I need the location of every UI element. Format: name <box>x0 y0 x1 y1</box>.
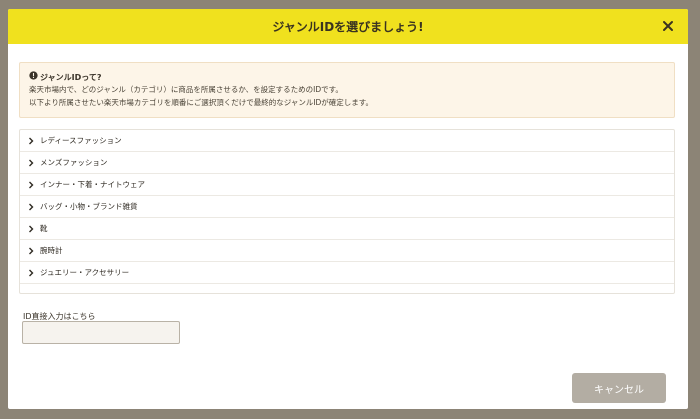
chevron-right-icon <box>28 181 34 189</box>
genre-label: メンズファッション <box>40 158 108 167</box>
genre-label: バッグ・小物・ブランド雑貨 <box>40 202 138 211</box>
info-line-1: 楽天市場内で、どのジャンル（カテゴリ）に商品を所属させるか、を設定するためのID… <box>29 85 343 94</box>
info-circle-icon <box>29 71 38 83</box>
chevron-right-icon <box>28 225 34 233</box>
genre-list: レディースファッション メンズファッション インナー・下着・ナイトウェア バッグ… <box>19 129 675 294</box>
genre-label: ジュエリー・アクセサリー <box>40 268 130 277</box>
genre-item-mens-fashion[interactable]: メンズファッション <box>20 152 674 174</box>
close-icon[interactable] <box>660 18 676 34</box>
chevron-right-icon <box>28 159 34 167</box>
genre-item-shoes[interactable]: 靴 <box>20 218 674 240</box>
genre-item-ladies-fashion[interactable]: レディースファッション <box>20 130 674 152</box>
genre-item-jewelry[interactable]: ジュエリー・アクセサリー <box>20 262 674 284</box>
genre-label: 腕時計 <box>40 246 63 255</box>
genre-item-watches[interactable]: 腕時計 <box>20 240 674 262</box>
info-title: ジャンルIDって? <box>40 72 102 82</box>
modal-title: ジャンルIDを選びましょう! <box>272 20 424 34</box>
modal-header: ジャンルIDを選びましょう! <box>8 9 688 44</box>
chevron-right-icon <box>28 247 34 255</box>
chevron-right-icon <box>28 137 34 145</box>
genre-item-innerwear[interactable]: インナー・下着・ナイトウェア <box>20 174 674 196</box>
chevron-right-icon <box>28 203 34 211</box>
info-title-row: ジャンルIDって? <box>29 71 665 83</box>
genre-item-bags[interactable]: バッグ・小物・ブランド雑貨 <box>20 196 674 218</box>
genre-id-input[interactable] <box>22 321 180 344</box>
genre-label: レディースファッション <box>40 136 122 145</box>
genre-label: インナー・下着・ナイトウェア <box>40 180 145 189</box>
chevron-right-icon <box>28 269 34 277</box>
info-line-2: 以下より所属させたい楽天市場カテゴリを順番にご選択頂くだけで最終的なジャンルID… <box>29 98 374 107</box>
genre-label: 靴 <box>40 224 48 233</box>
info-box: ジャンルIDって? 楽天市場内で、どのジャンル（カテゴリ）に商品を所属させるか、… <box>19 62 675 118</box>
genre-id-modal: ジャンルIDを選びましょう! ジャンルIDって? 楽天市場内で、どのジャンル（カ… <box>8 9 688 409</box>
cancel-button[interactable]: キャンセル <box>572 373 666 403</box>
